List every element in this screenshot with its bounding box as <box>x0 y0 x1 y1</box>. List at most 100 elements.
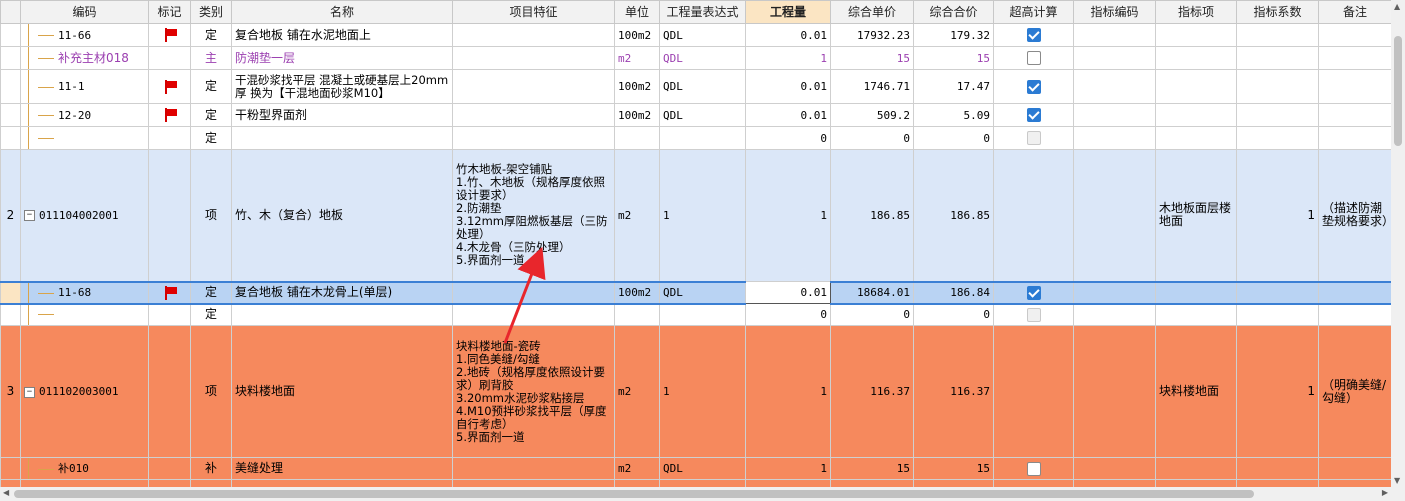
code-cell[interactable]: 12-20 <box>20 103 149 127</box>
index-code-cell[interactable] <box>1073 46 1156 70</box>
header-mark[interactable]: 标记 <box>148 0 191 24</box>
type-cell[interactable]: 定 <box>190 23 232 47</box>
mark-cell[interactable] <box>148 149 191 282</box>
index-item-cell[interactable] <box>1155 103 1237 127</box>
table-row-selected[interactable]: 11-68 定 复合地板 铺在木龙骨上(单层) 100m2 QDL 0.01 1… <box>0 280 1391 305</box>
expression-cell[interactable]: QDL <box>659 23 746 47</box>
table-row[interactable]: 3 −011102003001 项 块料楼地面 块料楼地面-瓷砖 1.同色美缝/… <box>0 325 1391 458</box>
unit-price-cell[interactable]: 1746.71 <box>830 69 914 104</box>
unit-cell[interactable]: m2 <box>614 325 660 458</box>
index-code-cell[interactable] <box>1073 69 1156 104</box>
code-cell[interactable]: 11-66 <box>20 23 149 47</box>
header-height-calc[interactable]: 超高计算 <box>993 0 1074 24</box>
name-cell[interactable]: 复合地板 铺在木龙骨上(单层) <box>231 280 453 305</box>
index-coef-cell[interactable]: 1 <box>1236 325 1319 458</box>
header-index-coef[interactable]: 指标系数 <box>1236 0 1319 24</box>
index-item-cell[interactable] <box>1155 126 1237 150</box>
index-code-cell[interactable] <box>1073 126 1156 150</box>
feature-cell[interactable] <box>452 46 615 70</box>
checkbox-checked-icon[interactable] <box>1026 79 1041 94</box>
feature-cell[interactable] <box>452 280 615 305</box>
expression-cell[interactable]: QDL <box>659 69 746 104</box>
header-name[interactable]: 名称 <box>231 0 453 24</box>
index-item-cell[interactable] <box>1155 69 1237 104</box>
unit-price-cell[interactable]: 0 <box>830 126 914 150</box>
unit-cell[interactable]: 100m2 <box>614 69 660 104</box>
header-index-item[interactable]: 指标项 <box>1155 0 1237 24</box>
unit-price-cell[interactable]: 509.2 <box>830 103 914 127</box>
quantity-cell[interactable]: 1 <box>745 325 831 458</box>
type-cell[interactable]: 项 <box>190 149 232 282</box>
expression-cell[interactable]: 1 <box>659 149 746 282</box>
unit-cell[interactable] <box>614 126 660 150</box>
name-cell[interactable]: 美缝处理 <box>231 457 453 480</box>
name-cell[interactable]: 块料楼地面 <box>231 325 453 458</box>
mark-cell[interactable] <box>148 69 191 104</box>
expression-cell[interactable]: 1 <box>659 325 746 458</box>
unit-cell[interactable] <box>614 303 660 326</box>
total-price-cell[interactable]: 186.84 <box>913 280 994 305</box>
index-item-cell[interactable]: 块料楼地面 <box>1155 325 1237 458</box>
index-item-cell[interactable] <box>1155 23 1237 47</box>
total-price-cell[interactable]: 0 <box>913 126 994 150</box>
quantity-cell[interactable]: 1 <box>745 457 831 480</box>
index-item-cell[interactable] <box>1155 280 1237 305</box>
index-code-cell[interactable] <box>1073 103 1156 127</box>
header-quantity[interactable]: 工程量 <box>745 0 831 24</box>
mark-cell[interactable] <box>148 280 191 305</box>
header-expression[interactable]: 工程量表达式 <box>659 0 746 24</box>
feature-cell[interactable] <box>452 23 615 47</box>
type-cell[interactable]: 定 <box>190 280 232 305</box>
remark-cell[interactable] <box>1318 46 1391 70</box>
scroll-up-icon[interactable]: ▲ <box>1394 2 1400 11</box>
scroll-down-icon[interactable]: ▼ <box>1394 476 1400 485</box>
height-calc-cell[interactable] <box>993 149 1074 282</box>
unit-price-cell[interactable]: 186.85 <box>830 149 914 282</box>
remark-cell[interactable] <box>1318 69 1391 104</box>
index-coef-cell[interactable] <box>1236 103 1319 127</box>
index-item-cell[interactable] <box>1155 46 1237 70</box>
total-price-cell[interactable]: 186.85 <box>913 149 994 282</box>
index-code-cell[interactable] <box>1073 303 1156 326</box>
code-cell[interactable] <box>20 303 149 326</box>
remark-cell[interactable] <box>1318 457 1391 480</box>
code-cell[interactable]: 11-68 <box>20 280 149 305</box>
type-cell[interactable]: 定 <box>190 69 232 104</box>
header-unit[interactable]: 单位 <box>614 0 660 24</box>
feature-cell[interactable] <box>452 457 615 480</box>
horizontal-scroll-thumb[interactable] <box>14 490 1254 498</box>
quantity-input[interactable]: 0.01 <box>745 281 831 304</box>
table-row[interactable]: 定 0 0 0 <box>0 126 1391 150</box>
minus-expander-icon[interactable]: − <box>24 210 35 222</box>
horizontal-scrollbar[interactable]: ◀ ▶ <box>0 487 1391 501</box>
height-calc-cell[interactable] <box>993 126 1074 150</box>
mark-cell[interactable] <box>148 103 191 127</box>
total-price-cell[interactable]: 17.47 <box>913 69 994 104</box>
name-cell[interactable]: 复合地板 铺在水泥地面上 <box>231 23 453 47</box>
remark-cell[interactable] <box>1318 23 1391 47</box>
total-price-cell[interactable]: 116.37 <box>913 325 994 458</box>
index-code-cell[interactable] <box>1073 23 1156 47</box>
code-cell[interactable]: 补充主材018 <box>20 46 149 70</box>
height-calc-cell[interactable] <box>993 457 1074 480</box>
height-calc-cell[interactable] <box>993 280 1074 305</box>
header-feature[interactable]: 项目特征 <box>452 0 615 24</box>
quantity-cell[interactable]: 0.01 <box>745 23 831 47</box>
index-coef-cell[interactable] <box>1236 280 1319 305</box>
code-cell[interactable] <box>20 126 149 150</box>
expression-cell[interactable]: QDL <box>659 457 746 480</box>
type-cell[interactable]: 补 <box>190 457 232 480</box>
unit-cell[interactable]: 100m2 <box>614 103 660 127</box>
table-row[interactable]: 11-66 定 复合地板 铺在水泥地面上 100m2 QDL 0.01 1793… <box>0 23 1391 47</box>
checkbox-unchecked-icon[interactable] <box>1026 461 1041 476</box>
checkbox-checked-icon[interactable] <box>1026 28 1041 42</box>
height-calc-cell[interactable] <box>993 23 1074 47</box>
checkbox-unchecked-icon[interactable] <box>1026 51 1041 65</box>
remark-cell[interactable] <box>1318 126 1391 150</box>
type-cell[interactable]: 主 <box>190 46 232 70</box>
height-calc-cell[interactable] <box>993 325 1074 458</box>
expression-cell[interactable]: QDL <box>659 46 746 70</box>
expression-cell[interactable] <box>659 126 746 150</box>
remark-cell[interactable] <box>1318 103 1391 127</box>
table-row[interactable]: 定 0 0 0 <box>0 303 1391 326</box>
